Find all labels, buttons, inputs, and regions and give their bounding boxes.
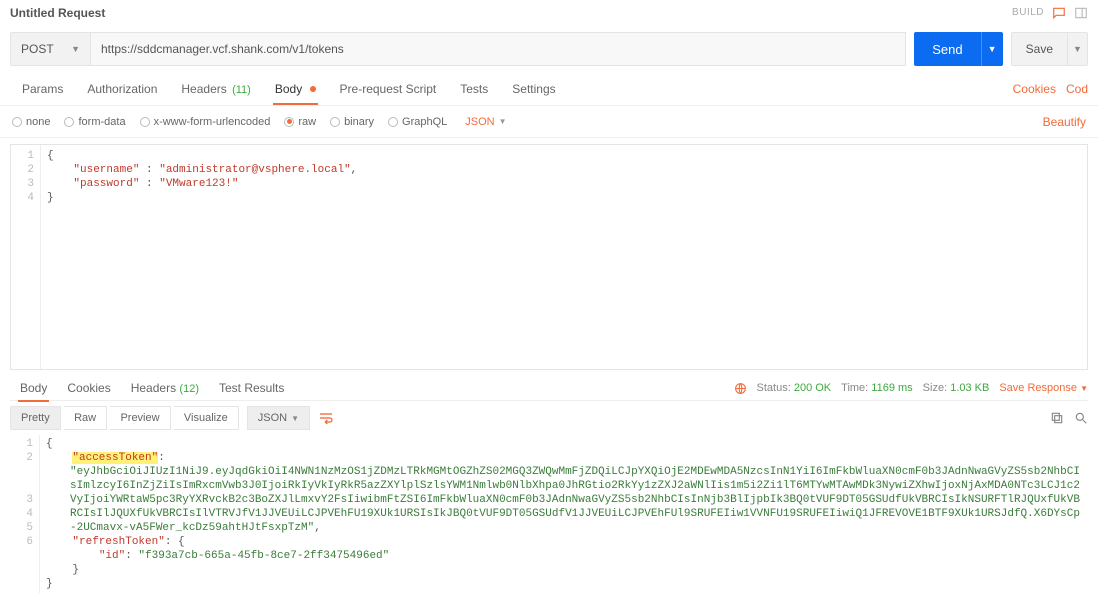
view-raw[interactable]: Raw [64, 406, 107, 430]
copy-icon[interactable] [1050, 411, 1064, 426]
chevron-down-icon: ▼ [71, 44, 80, 54]
build-label: BUILD [1012, 7, 1044, 18]
code-link[interactable]: Cod [1066, 82, 1088, 96]
tab-prerequest[interactable]: Pre-request Script [328, 74, 449, 104]
save-button[interactable]: Save [1011, 32, 1068, 66]
save-dropdown[interactable]: ▼ [1068, 32, 1088, 66]
resp-tab-body[interactable]: Body [10, 375, 57, 401]
tab-headers-label: Headers [181, 82, 226, 96]
highlighted-key: "accessToken" [72, 452, 158, 464]
comments-icon[interactable] [1052, 6, 1066, 21]
tab-headers-count: (11) [232, 84, 251, 96]
request-body-editor[interactable]: 1234 { "username" : "administrator@vsphe… [10, 144, 1088, 370]
tab-tests[interactable]: Tests [448, 74, 500, 104]
response-body-code[interactable]: { "accessToken": "eyJhbGciOiJIUzI1NiJ9.e… [40, 435, 1088, 593]
body-none[interactable]: none [12, 116, 50, 128]
save-response-link[interactable]: Save Response ▼ [999, 382, 1088, 394]
body-modified-dot-icon [310, 86, 316, 92]
time-value: 1169 ms [871, 382, 912, 394]
body-formdata[interactable]: form-data [64, 116, 125, 128]
http-method-dropdown[interactable]: POST ▼ [10, 32, 90, 66]
body-binary[interactable]: binary [330, 116, 374, 128]
view-visualize[interactable]: Visualize [174, 406, 239, 430]
status-value: 200 OK [794, 382, 831, 394]
wrap-lines-icon[interactable] [318, 410, 334, 426]
url-input[interactable] [90, 32, 906, 66]
tab-authorization[interactable]: Authorization [75, 74, 169, 104]
chevron-down-icon: ▼ [499, 117, 507, 126]
view-preview[interactable]: Preview [110, 406, 170, 430]
response-body-editor[interactable]: 12 3456 { "accessToken": "eyJhbGciOiJIUz… [10, 435, 1088, 593]
request-body-code[interactable]: { "username" : "administrator@vsphere.lo… [41, 145, 363, 369]
tab-body[interactable]: Body [263, 74, 328, 104]
chevron-down-icon: ▼ [291, 414, 299, 423]
body-format-dropdown[interactable]: JSON ▼ [465, 116, 506, 128]
response-format-dropdown[interactable]: JSON ▼ [247, 406, 310, 430]
tab-settings[interactable]: Settings [500, 74, 567, 104]
view-pretty[interactable]: Pretty [10, 406, 61, 430]
request-title: Untitled Request [10, 6, 105, 20]
sidebar-toggle-icon[interactable] [1074, 6, 1088, 21]
response-gutter: 12 3456 [10, 435, 40, 593]
resp-tab-cookies[interactable]: Cookies [57, 375, 120, 401]
beautify-link[interactable]: Beautify [1043, 115, 1086, 129]
http-method-value: POST [21, 42, 54, 56]
size-value: 1.03 KB [950, 382, 989, 394]
body-raw[interactable]: raw [284, 116, 316, 128]
body-graphql[interactable]: GraphQL [388, 116, 447, 128]
resp-tab-headers[interactable]: Headers (12) [121, 375, 209, 401]
send-button[interactable]: Send [914, 32, 980, 66]
body-xwww[interactable]: x-www-form-urlencoded [140, 116, 271, 128]
cookies-link[interactable]: Cookies [1013, 82, 1056, 96]
send-dropdown[interactable]: ▼ [981, 32, 1003, 66]
resp-tab-testresults[interactable]: Test Results [209, 375, 294, 401]
tab-body-label: Body [275, 82, 302, 96]
tab-params[interactable]: Params [10, 74, 75, 104]
network-icon[interactable] [734, 382, 747, 395]
response-view-mode: Pretty Raw Preview Visualize [10, 406, 239, 430]
search-icon[interactable] [1074, 411, 1088, 426]
tab-headers[interactable]: Headers (11) [169, 74, 262, 104]
request-gutter: 1234 [11, 145, 41, 369]
